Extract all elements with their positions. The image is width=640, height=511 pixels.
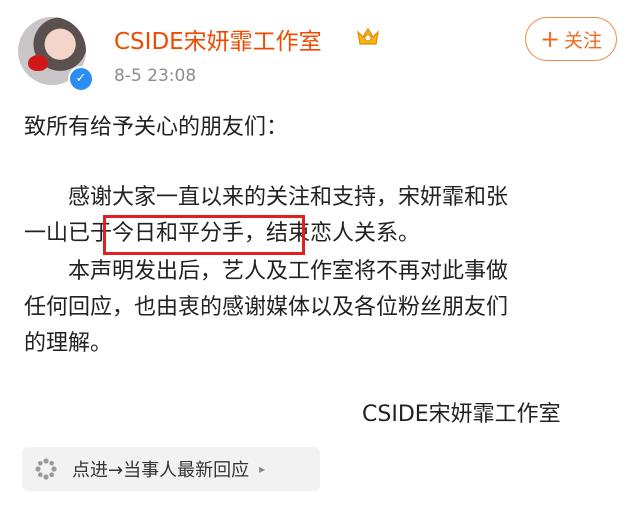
para2-line2: 任何回应，也由衷的感谢媒体以及各位粉丝朋友们: [24, 295, 509, 320]
post-timestamp: 8-5 23:08: [114, 66, 197, 86]
chevron-right-icon: ▸: [259, 462, 266, 476]
highlight-box: [103, 215, 305, 255]
flower-bloom-icon: [35, 458, 57, 480]
avatar-rose: [28, 55, 48, 71]
crown-icon[interactable]: [355, 24, 381, 48]
follow-label: 关注: [564, 29, 603, 52]
topic-tag[interactable]: 点进→当事人最新回应 ▸: [22, 447, 320, 491]
para2-line3: 的理解。: [24, 331, 113, 356]
follow-button[interactable]: + 关注: [525, 17, 617, 61]
plus-icon: +: [539, 25, 561, 53]
verified-icon: ✓: [68, 66, 94, 92]
greeting-line: 致所有给予关心的朋友们：: [24, 115, 289, 140]
topic-tag-label: 点进→当事人最新回应: [72, 460, 250, 481]
author-name[interactable]: CSIDE宋妍霏工作室: [114, 22, 322, 56]
para1-line2-pre: 一山已: [24, 221, 91, 246]
para1-line1: 感谢大家一直以来的关注和支持，宋妍霏和张: [68, 185, 509, 210]
signature: CSIDE宋妍霏工作室: [362, 402, 561, 427]
para2-line1: 本声明发出后，艺人及工作室将不再对此事做: [68, 259, 509, 284]
